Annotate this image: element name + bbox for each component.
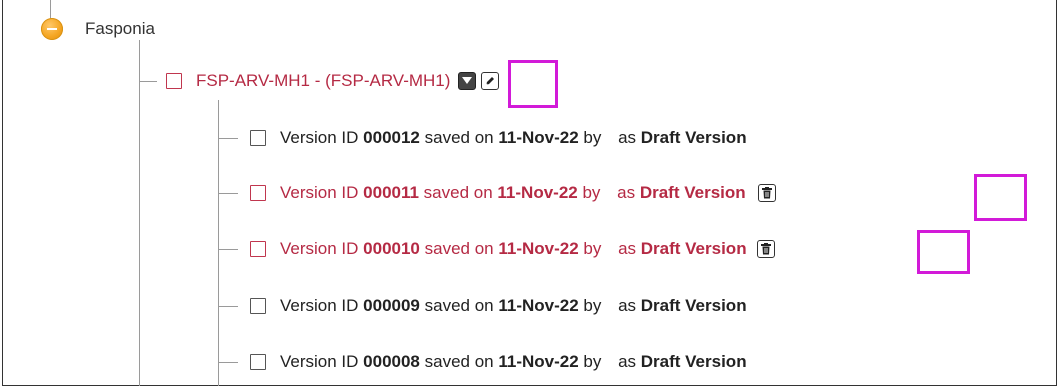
node-label[interactable]: FSP-ARV-MH1 - (FSP-ARV-MH1) bbox=[196, 71, 450, 91]
list-item: Version ID 000011 saved on 11-Nov-22 by … bbox=[250, 180, 776, 206]
root-node-label[interactable]: Fasponia bbox=[85, 19, 155, 39]
edit-icon[interactable] bbox=[481, 72, 500, 90]
version-checkbox[interactable] bbox=[250, 241, 266, 257]
node-checkbox[interactable] bbox=[166, 73, 182, 89]
list-item: Version ID 000009 saved on 11-Nov-22 by … bbox=[250, 293, 747, 319]
version-text[interactable]: Version ID 000010 saved on 11-Nov-22 by … bbox=[280, 239, 747, 260]
version-checkbox[interactable] bbox=[250, 130, 266, 146]
version-text[interactable]: Version ID 000008 saved on 11-Nov-22 by … bbox=[280, 352, 747, 373]
tree-panel: Fasponia FSP-ARV-MH1 - (FSP-ARV-MH1) Ver… bbox=[2, 0, 1057, 386]
minus-circle-icon[interactable] bbox=[41, 18, 63, 40]
tree-connector-node bbox=[139, 81, 157, 82]
list-item: Version ID 000012 saved on 11-Nov-22 by … bbox=[250, 125, 747, 151]
tree-connector-v11 bbox=[218, 193, 238, 194]
tree-root-node: Fasponia bbox=[41, 17, 155, 41]
list-item: Version ID 000008 saved on 11-Nov-22 by … bbox=[250, 349, 747, 375]
tree-node-fsp-arv-mh1: FSP-ARV-MH1 - (FSP-ARV-MH1) bbox=[166, 68, 500, 94]
version-text[interactable]: Version ID 000011 saved on 11-Nov-22 by … bbox=[280, 183, 746, 204]
version-text[interactable]: Version ID 000012 saved on 11-Nov-22 by … bbox=[280, 128, 747, 149]
version-checkbox[interactable] bbox=[250, 298, 266, 314]
version-text[interactable]: Version ID 000009 saved on 11-Nov-22 by … bbox=[280, 296, 747, 317]
trash-icon[interactable] bbox=[756, 240, 775, 258]
version-checkbox[interactable] bbox=[250, 354, 266, 370]
tree-connector-v08 bbox=[218, 362, 238, 363]
tree-connector-v09 bbox=[218, 306, 238, 307]
list-item: Version ID 000010 saved on 11-Nov-22 by … bbox=[250, 236, 775, 262]
tree-connector-level1 bbox=[139, 40, 140, 386]
trash-icon[interactable] bbox=[757, 184, 776, 202]
tree-connector-v12 bbox=[218, 138, 238, 139]
tree-connector-v10 bbox=[218, 249, 238, 250]
version-checkbox[interactable] bbox=[250, 185, 266, 201]
caret-down-icon[interactable] bbox=[458, 72, 477, 90]
tree-connector-level2 bbox=[218, 100, 219, 386]
